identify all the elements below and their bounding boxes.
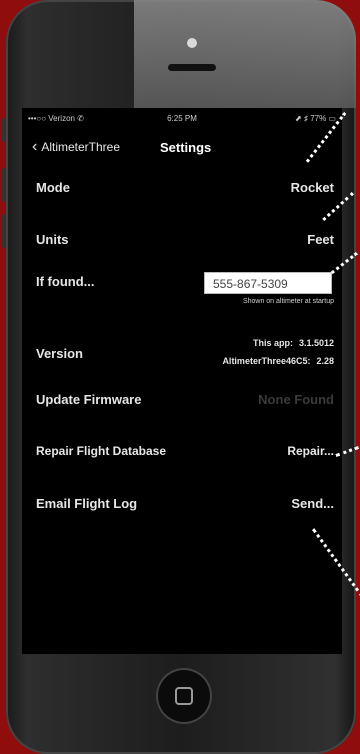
version-label: Version [36, 346, 83, 361]
units-value[interactable]: Feet [307, 232, 334, 247]
phone-top-glare [134, 0, 356, 108]
send-button[interactable]: Send... [291, 496, 334, 511]
email-label: Email Flight Log [36, 496, 138, 511]
app-version-value: 3.1.5012 [298, 338, 334, 348]
units-row[interactable]: Units Feet [36, 232, 334, 252]
status-right: ⬈ ♯ 77% ▭ [295, 114, 336, 123]
mode-row[interactable]: Mode Rocket [36, 180, 334, 200]
app-version-label: This app: [252, 338, 293, 348]
mode-value[interactable]: Rocket [291, 180, 334, 195]
device-version: AltimeterThree46C5: 2.28 [222, 356, 334, 366]
speaker-grill [168, 64, 216, 71]
repair-label: Repair Flight Database [36, 444, 167, 458]
volume-down-button [2, 214, 6, 248]
chevron-left-icon: ‹ [32, 138, 38, 155]
screen: •••○○ Verizon ✆ 6:25 PM ⬈ ♯ 77% ▭ ‹ Altim… [22, 108, 342, 654]
back-label: AltimeterThree [41, 140, 121, 154]
home-square-icon [175, 687, 193, 705]
home-button[interactable] [156, 668, 212, 724]
volume-up-button [2, 168, 6, 202]
repair-button[interactable]: Repair... [287, 444, 334, 458]
status-bar: •••○○ Verizon ✆ 6:25 PM ⬈ ♯ 77% ▭ [28, 114, 336, 126]
if-found-hint: Shown on altimeter at startup [242, 298, 334, 305]
if-found-label: If found... [36, 274, 95, 289]
update-firmware-row: Update Firmware None Found [36, 392, 334, 412]
update-firmware-label: Update Firmware [36, 392, 142, 407]
device-version-value: 2.28 [316, 356, 334, 366]
mute-switch [2, 118, 6, 142]
camera-icon [187, 38, 197, 48]
device-version-label: AltimeterThree46C5: [222, 356, 311, 366]
email-row: Email Flight Log Send... [36, 496, 334, 516]
phone-number-field[interactable]: 555-867-5309 [204, 272, 332, 294]
app-version: This app: 3.1.5012 [253, 338, 334, 348]
navigation-bar: ‹ AltimeterThree Settings [22, 136, 342, 160]
page-title: Settings [160, 140, 212, 155]
status-time: 6:25 PM [167, 114, 197, 123]
back-button[interactable]: ‹ AltimeterThree [32, 138, 121, 155]
units-label: Units [36, 232, 69, 247]
mode-label: Mode [36, 180, 70, 195]
update-firmware-status: None Found [258, 392, 334, 407]
repair-row: Repair Flight Database Repair... [36, 444, 334, 464]
